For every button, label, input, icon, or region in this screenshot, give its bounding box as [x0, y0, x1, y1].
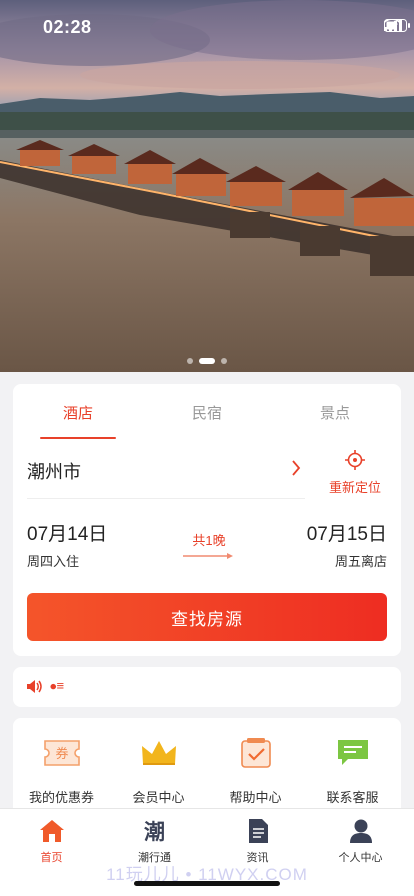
chao-icon: 潮 [144, 820, 165, 844]
locate-icon [345, 450, 365, 470]
tabbar-profile[interactable]: 个人中心 [309, 817, 412, 865]
checkout-date[interactable]: 07月15日 [307, 519, 387, 546]
checkout-day: 周五离店 [334, 554, 387, 569]
speaker-icon [27, 680, 42, 693]
hero-banner[interactable]: 02:28 [0, 0, 414, 372]
relocate-button[interactable]: 重新定位 [325, 450, 385, 496]
checkin-day: 周四入住 [27, 554, 80, 569]
coupon-icon: 券 [43, 740, 80, 766]
home-icon [39, 820, 64, 842]
service-help-label: 帮助中心 [229, 790, 282, 805]
tabbar-chaoxingtong[interactable]: 潮 潮行通 [103, 817, 206, 865]
checkin-date[interactable]: 07月14日 [27, 519, 107, 546]
booking-card: 酒店 民宿 景点 潮州市 重新定位 07月14日 周四入住 共1晚 07月15日… [13, 384, 401, 656]
crown-icon [141, 741, 176, 765]
carousel-indicator[interactable] [0, 358, 414, 364]
services-grid: 券 我的优惠券 会员中心 帮助中心 联系客服 [13, 718, 401, 813]
carousel-dot[interactable] [187, 358, 193, 364]
notice-text: ⦁≡ [50, 678, 65, 693]
bridge-river-photo [0, 0, 414, 372]
tabbar-news[interactable]: 资讯 [206, 817, 309, 865]
service-membership[interactable]: 会员中心 [110, 736, 207, 806]
active-tab-indicator [40, 437, 116, 439]
carousel-dot-active[interactable] [199, 358, 215, 364]
carousel-dot[interactable] [221, 358, 227, 364]
document-icon [248, 819, 268, 843]
tabbar-home[interactable]: 首页 [0, 817, 103, 865]
service-support[interactable]: 联系客服 [304, 736, 401, 806]
service-coupons-label: 我的优惠券 [28, 790, 94, 805]
battery-icon [384, 19, 410, 32]
relocate-label: 重新定位 [328, 480, 381, 495]
notice-bar[interactable]: ⦁≡ [13, 667, 401, 707]
tab-attractions[interactable]: 景点 [290, 402, 380, 423]
user-icon [349, 819, 372, 843]
divider [27, 498, 305, 499]
checklist-icon [240, 738, 271, 768]
tab-homestay[interactable]: 民宿 [162, 402, 252, 423]
service-support-label: 联系客服 [326, 790, 379, 805]
service-coupons[interactable]: 券 我的优惠券 [13, 736, 110, 806]
service-membership-label: 会员中心 [132, 790, 185, 805]
coupon-icon-text: 券 [55, 746, 68, 762]
search-rooms-button[interactable]: 查找房源 [27, 593, 387, 641]
city-selector[interactable]: 潮州市 [27, 458, 81, 484]
tab-hotel[interactable]: 酒店 [33, 402, 123, 423]
home-indicator[interactable] [134, 881, 280, 886]
arrow-right-icon [183, 553, 233, 559]
service-help[interactable]: 帮助中心 [207, 736, 304, 806]
chat-icon [337, 740, 368, 765]
status-bar: 02:28 [0, 14, 414, 42]
chevron-right-icon[interactable] [291, 460, 301, 476]
status-time: 02:28 [43, 17, 92, 37]
nights-count: 共1晚 [192, 533, 226, 548]
booking-tabs: 酒店 民宿 景点 [13, 384, 401, 440]
